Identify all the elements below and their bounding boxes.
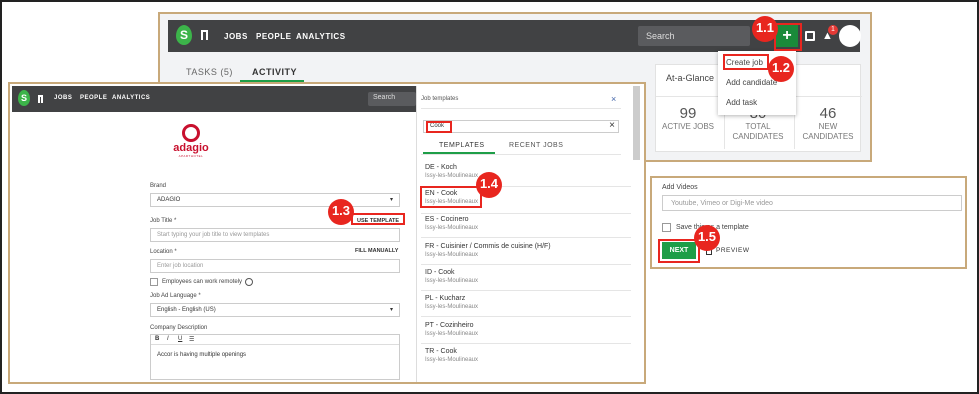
page-border (0, 0, 979, 394)
